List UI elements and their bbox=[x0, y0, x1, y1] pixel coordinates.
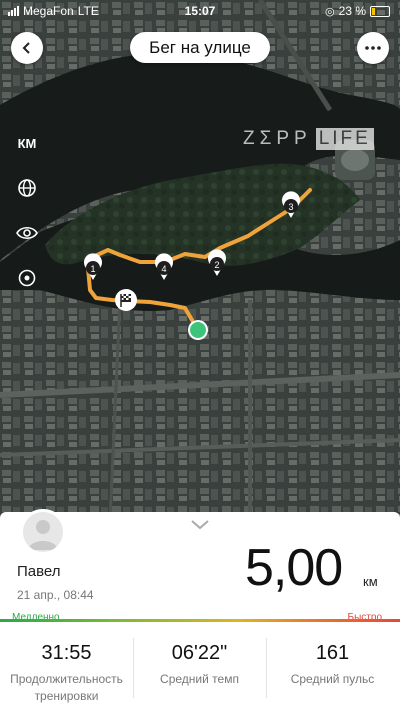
start-point-marker[interactable] bbox=[188, 320, 208, 340]
logo-part-1: ZΣPP bbox=[243, 128, 312, 149]
km-marker-1-label: 1 bbox=[90, 264, 95, 274]
km-marker-1[interactable]: 1 bbox=[84, 253, 102, 280]
visibility-button[interactable] bbox=[14, 220, 40, 246]
distance-value: 5,00 bbox=[245, 539, 343, 597]
km-marker-4[interactable]: 4 bbox=[155, 253, 173, 280]
map-layer-button[interactable] bbox=[14, 175, 40, 201]
stat-heart-rate-value: 161 bbox=[315, 642, 350, 664]
stat-pace: 06'22" Средний темп bbox=[133, 636, 266, 711]
battery-icon bbox=[370, 5, 390, 17]
battery-percent: 23 % bbox=[338, 4, 366, 18]
stat-duration-label: Продолжительность тренировки bbox=[10, 672, 123, 703]
back-button[interactable] bbox=[11, 32, 43, 64]
km-marker-2-label: 2 bbox=[214, 260, 219, 270]
route-overlay: 1 4 2 3 bbox=[84, 188, 312, 340]
logo-part-2: LIFE bbox=[315, 128, 374, 150]
stats-row: 31:55 Продолжительность тренировки 06'22… bbox=[0, 636, 400, 711]
stat-pace-value: 06'22" bbox=[171, 642, 228, 664]
more-button[interactable] bbox=[357, 32, 389, 64]
status-bar: MegaFon LTE 15:07 ◎ 23 % bbox=[0, 0, 400, 22]
route-map[interactable]: 1 4 2 3 ZΣPP LIFE MegaFon LTE 15:07 ◎ 23… bbox=[0, 0, 400, 520]
finish-flag-icon[interactable] bbox=[115, 289, 137, 311]
stat-duration: 31:55 Продолжительность тренировки bbox=[0, 636, 133, 711]
pace-gradient-bar bbox=[0, 619, 400, 622]
zepp-life-logo: ZΣPP LIFE bbox=[243, 128, 374, 150]
stat-heart-rate: 161 Средний пульс bbox=[266, 636, 399, 711]
lock-rotation-icon: ◎ bbox=[325, 5, 335, 18]
eye-icon bbox=[16, 226, 38, 240]
target-icon bbox=[18, 269, 36, 287]
km-marker-2[interactable]: 2 bbox=[208, 249, 226, 276]
workout-date: 21 апр., 08:44 bbox=[17, 588, 94, 602]
page-title: Бег на улице bbox=[130, 32, 270, 63]
stat-heart-rate-label: Средний пульс bbox=[290, 672, 375, 686]
chevron-left-icon bbox=[22, 42, 30, 54]
units-label: КМ bbox=[17, 135, 37, 151]
more-dots-icon bbox=[365, 46, 381, 50]
distance-unit: км bbox=[363, 574, 378, 589]
user-placeholder-icon bbox=[28, 520, 58, 550]
avatar[interactable] bbox=[20, 509, 66, 555]
km-marker-3-label: 3 bbox=[288, 202, 293, 212]
locate-button[interactable] bbox=[14, 265, 40, 291]
units-toggle-button[interactable]: КМ bbox=[14, 130, 40, 156]
chevron-down-icon[interactable] bbox=[190, 519, 210, 531]
stat-duration-value: 31:55 bbox=[41, 642, 92, 664]
globe-icon bbox=[18, 179, 36, 197]
user-name: Павел bbox=[17, 563, 61, 580]
stat-pace-label: Средний темп bbox=[160, 672, 239, 686]
km-marker-4-label: 4 bbox=[161, 264, 166, 274]
